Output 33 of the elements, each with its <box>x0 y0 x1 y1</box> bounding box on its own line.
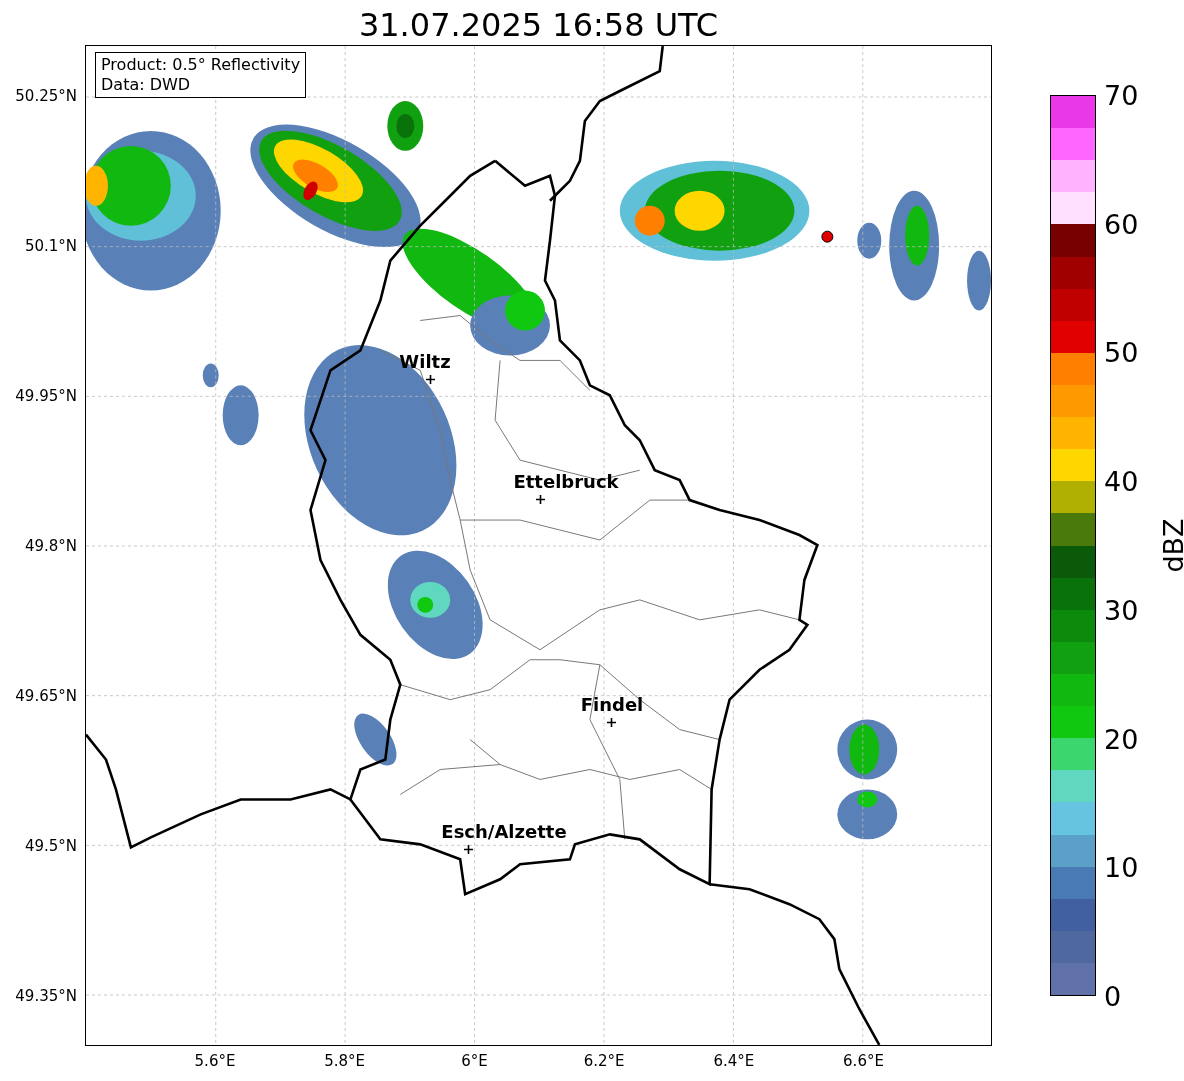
longitude-tick-label: 5.6°E <box>194 1052 236 1070</box>
scale-tick-label: 40 <box>1104 465 1139 497</box>
scale-tick-label: 10 <box>1104 851 1139 883</box>
latitude-tick-label: 50.1°N <box>24 237 77 255</box>
longitude-tick-label: 6°E <box>461 1052 488 1070</box>
scale-tick-label: 50 <box>1104 336 1139 368</box>
city-marker-icon <box>606 717 616 727</box>
longitude-tick-label: 5.8°E <box>324 1052 366 1070</box>
longitude-tick-label: 6.4°E <box>713 1052 755 1070</box>
latitude-tick-label: 49.95°N <box>15 387 77 405</box>
latitude-tick-label: 50.25°N <box>15 87 77 105</box>
chart-title: 31.07.2025 16:58 UTC <box>357 4 720 45</box>
longitude-tick-label: 6.6°E <box>843 1052 884 1070</box>
info-text: Data: DWD <box>101 75 192 95</box>
city-label: Ettelbruck <box>513 471 619 492</box>
scale-tick-label: 70 <box>1104 79 1139 111</box>
city-marker-icon <box>425 374 435 384</box>
latitude-tick-label: 49.8°N <box>24 537 77 555</box>
longitude-tick-label: 6.2°E <box>583 1052 625 1070</box>
scale-tick-label: 0 <box>1104 980 1122 1012</box>
scale-tick-label: 20 <box>1104 723 1139 755</box>
city-marker-icon <box>535 494 545 504</box>
city-label: Esch/Alzette <box>441 821 567 842</box>
city-label: Findel <box>580 694 644 715</box>
latitude-tick-label: 49.5°N <box>24 837 77 855</box>
city-marker-icon <box>463 844 473 854</box>
latitude-tick-label: 49.35°N <box>15 987 77 1005</box>
scale-tick-label: 60 <box>1104 208 1139 240</box>
scale-unit-label: dBZ <box>1157 518 1184 573</box>
scale-tick-label: 30 <box>1104 594 1139 626</box>
latitude-tick-label: 49.65°N <box>15 687 77 705</box>
city-label: Wiltz <box>399 351 451 372</box>
info-text: Product: 0.5° Reflectivity <box>101 55 301 75</box>
